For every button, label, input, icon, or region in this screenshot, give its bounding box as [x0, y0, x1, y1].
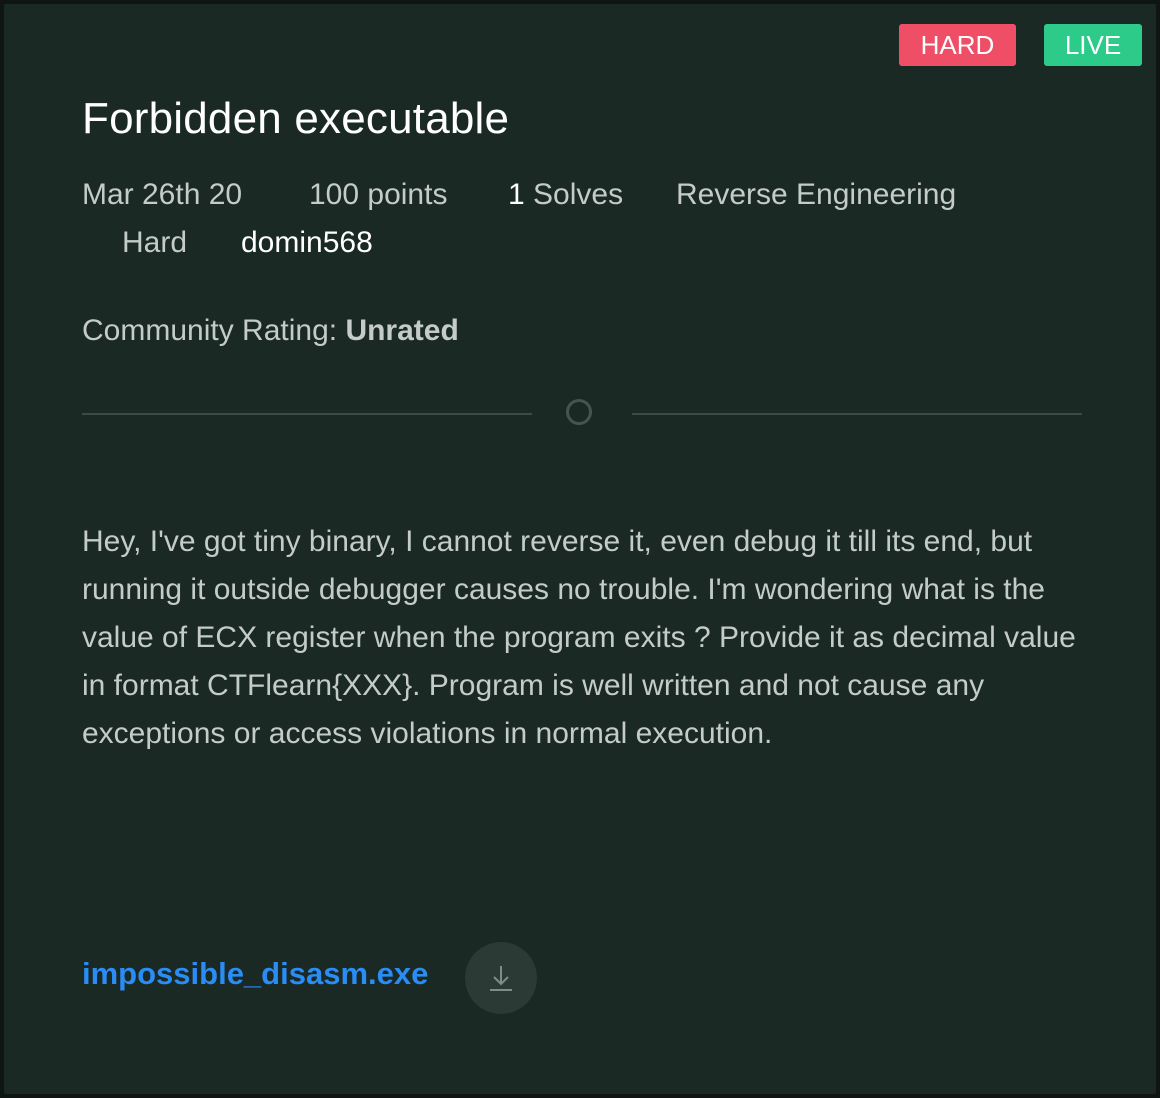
divider-circle-icon	[566, 399, 592, 425]
challenge-points: 100 points	[309, 178, 448, 211]
challenge-date: Mar 26th 20	[82, 178, 243, 211]
solves-label: Solves	[524, 178, 624, 211]
challenge-author[interactable]: domin568	[241, 226, 373, 260]
download-button[interactable]	[465, 942, 537, 1014]
status-badge: LIVE	[1044, 24, 1142, 66]
challenge-description: Hey, I've got tiny binary, I cannot reve…	[82, 525, 1076, 750]
attachment-link[interactable]: impossible_disasm.exe	[82, 956, 428, 992]
challenge-category[interactable]: Reverse Engineering	[676, 178, 956, 212]
download-icon	[490, 966, 512, 991]
challenge-solves[interactable]: 1 Solves	[508, 178, 623, 212]
divider-left	[82, 413, 532, 415]
divider-right	[632, 413, 1082, 415]
difficulty-badge: HARD	[899, 24, 1016, 66]
challenge-title: Forbidden executable	[82, 94, 510, 143]
rating-value: Unrated	[345, 314, 459, 347]
rating-label: Community Rating:	[82, 314, 346, 347]
solves-count: 1	[508, 178, 525, 211]
community-rating: Community Rating: Unrated	[82, 314, 459, 348]
challenge-card: HARD LIVE Forbidden executable Mar 26th …	[4, 4, 1156, 1094]
challenge-difficulty: Hard	[122, 226, 188, 259]
